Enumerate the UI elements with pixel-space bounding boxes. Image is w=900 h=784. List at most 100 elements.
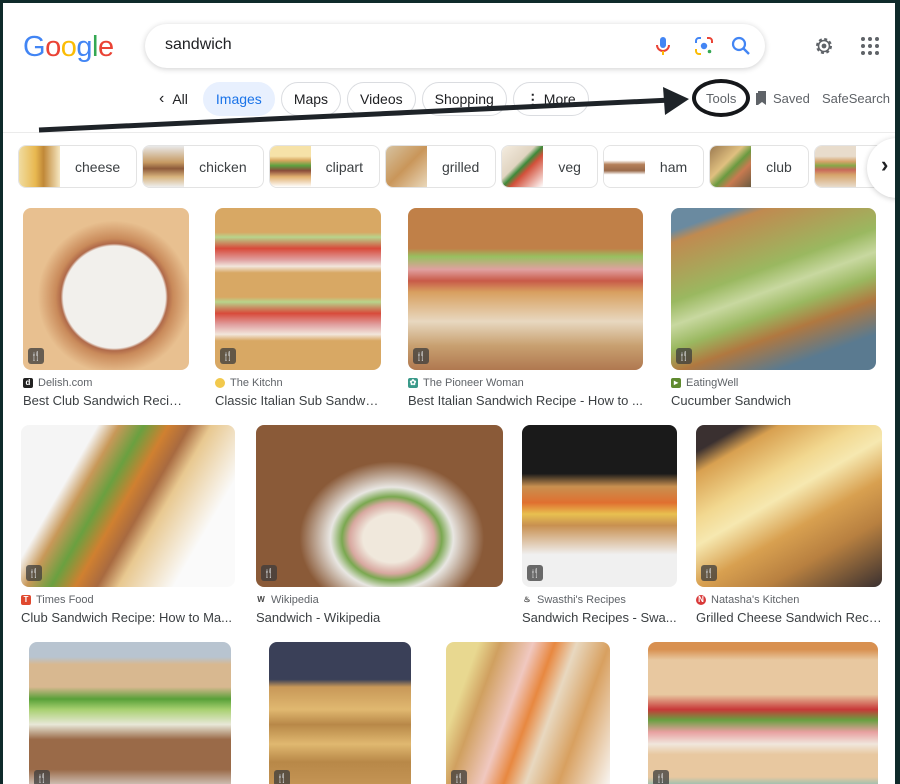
result-thumbnail[interactable]: 🍴	[648, 642, 878, 784]
image-result[interactable]: 🍴	[29, 642, 231, 784]
browser-page: Google sandwich ‹ All Images Maps Videos…	[3, 3, 895, 784]
search-input[interactable]	[165, 36, 625, 54]
tab-all[interactable]: ‹ All	[153, 90, 188, 108]
google-logo[interactable]: Google	[23, 31, 114, 64]
result-thumbnail[interactable]: 🍴	[671, 208, 876, 370]
result-thumbnail[interactable]: 🍴	[696, 425, 882, 587]
result-source[interactable]: ♨ Swasthi's Recipes	[522, 594, 677, 606]
safesearch-button[interactable]: SafeSearch	[822, 91, 890, 106]
recipe-fork-knife-icon: 🍴	[451, 770, 467, 784]
source-favicon-icon: N	[696, 595, 706, 605]
recipe-fork-knife-icon: 🍴	[26, 565, 42, 581]
refinement-chip-clipart[interactable]: clipart	[268, 145, 380, 188]
refinement-chip-ham[interactable]: ham	[602, 145, 705, 188]
result-source[interactable]: d Delish.com	[23, 377, 189, 389]
recipe-fork-knife-icon: 🍴	[413, 348, 429, 364]
image-result[interactable]: 🍴	[269, 642, 411, 784]
logo-letter: e	[97, 31, 114, 63]
tab-label: Maps	[293, 91, 329, 107]
tab-label: Images	[215, 91, 262, 107]
image-result[interactable]: 🍴	[648, 642, 878, 784]
source-name: The Pioneer Woman	[423, 377, 524, 389]
result-title[interactable]: Cucumber Sandwich	[671, 393, 876, 408]
result-source[interactable]: W Wikipedia	[256, 594, 503, 606]
image-result[interactable]: 🍴 d Delish.com Best Club Sandwich Recipe…	[23, 208, 189, 408]
source-favicon-icon	[215, 378, 225, 388]
tab-label: More	[543, 91, 576, 107]
recipe-fork-knife-icon: 🍴	[701, 565, 717, 581]
result-title[interactable]: Sandwich Recipes - Swa...	[522, 610, 677, 625]
chip-label: club	[766, 158, 792, 175]
settings-gear-icon[interactable]	[812, 34, 836, 58]
chip-thumbnail	[710, 146, 752, 187]
tab-label: Shopping	[434, 91, 494, 107]
recipe-fork-knife-icon: 🍴	[653, 770, 669, 784]
search-icon[interactable]	[729, 34, 753, 58]
image-result[interactable]: 🍴 ✿ The Pioneer Woman Best Italian Sandw…	[408, 208, 643, 408]
result-title[interactable]: Best Club Sandwich Recipe ...	[23, 393, 189, 408]
image-result[interactable]: 🍴 The Kitchn Classic Italian Sub Sandwic…	[215, 208, 381, 408]
bookmark-icon[interactable]	[755, 89, 769, 107]
image-result[interactable]: 🍴 N Natasha's Kitchen Grilled Cheese San…	[696, 425, 882, 625]
result-thumbnail[interactable]: 🍴	[21, 425, 235, 587]
result-title[interactable]: Club Sandwich Recipe: How to Ma...	[21, 610, 235, 625]
refinement-chip-grilled[interactable]: grilled	[384, 145, 497, 188]
tab-shopping[interactable]: Shopping	[421, 82, 507, 116]
result-source[interactable]: N Natasha's Kitchen	[696, 594, 882, 606]
refinement-chip-club[interactable]: club	[709, 145, 809, 188]
refinement-chip-chicken[interactable]: chicken	[142, 145, 264, 188]
tab-images[interactable]: Images	[202, 82, 275, 116]
search-box	[145, 24, 765, 68]
microphone-icon[interactable]	[651, 34, 675, 58]
chip-thumbnail	[269, 146, 311, 187]
recipe-fork-knife-icon: 🍴	[34, 770, 50, 784]
source-favicon-icon: W	[256, 595, 266, 605]
image-result[interactable]: 🍴 W Wikipedia Sandwich - Wikipedia	[256, 425, 503, 625]
image-result[interactable]: 🍴 T Times Food Club Sandwich Recipe: How…	[21, 425, 235, 625]
result-thumbnail[interactable]: 🍴	[215, 208, 381, 370]
source-name: The Kitchn	[230, 377, 283, 389]
logo-letter: g	[76, 31, 92, 63]
source-name: Delish.com	[38, 377, 93, 389]
google-lens-icon[interactable]	[692, 34, 716, 58]
annotation-circle	[692, 79, 750, 117]
result-thumbnail[interactable]: 🍴	[269, 642, 411, 784]
saved-button[interactable]: Saved	[773, 91, 810, 106]
chip-thumbnail	[143, 146, 185, 187]
result-source[interactable]: The Kitchn	[215, 377, 381, 389]
chip-label: grilled	[441, 158, 480, 175]
tab-maps[interactable]: Maps	[280, 82, 342, 116]
tab-more[interactable]: ⋮ More	[512, 82, 589, 116]
result-thumbnail[interactable]: 🍴	[446, 642, 610, 784]
result-thumbnail[interactable]: 🍴	[408, 208, 643, 370]
result-thumbnail[interactable]: 🍴	[256, 425, 503, 587]
image-result[interactable]: 🍴	[446, 642, 610, 784]
result-thumbnail[interactable]: 🍴	[522, 425, 677, 587]
apps-grid-icon[interactable]	[858, 34, 882, 58]
result-title[interactable]: Sandwich - Wikipedia	[256, 610, 503, 625]
result-title[interactable]: Classic Italian Sub Sandwic...	[215, 393, 381, 408]
source-favicon-icon: ✿	[408, 378, 418, 388]
source-favicon-icon: T	[21, 595, 31, 605]
result-source[interactable]: T Times Food	[21, 594, 235, 606]
chip-label: chicken	[199, 158, 247, 175]
tab-all-label: All	[172, 91, 188, 107]
result-source[interactable]: ▸ EatingWell	[671, 377, 876, 389]
result-title[interactable]: Grilled Cheese Sandwich Reci...	[696, 610, 882, 625]
recipe-fork-knife-icon: 🍴	[676, 348, 692, 364]
chip-label: clipart	[325, 158, 363, 175]
result-title[interactable]: Best Italian Sandwich Recipe - How to ..…	[408, 393, 643, 408]
result-thumbnail[interactable]: 🍴	[23, 208, 189, 370]
header-divider	[3, 132, 895, 133]
refinement-chip-veg[interactable]: veg	[501, 145, 598, 188]
result-source[interactable]: ✿ The Pioneer Woman	[408, 377, 643, 389]
recipe-fork-knife-icon: 🍴	[28, 348, 44, 364]
logo-letter: o	[60, 31, 77, 63]
refinement-chip-cheese[interactable]: cheese	[18, 145, 138, 188]
tab-videos[interactable]: Videos	[347, 82, 416, 116]
image-result[interactable]: 🍴 ♨ Swasthi's Recipes Sandwich Recipes -…	[522, 425, 677, 625]
image-result[interactable]: 🍴 ▸ EatingWell Cucumber Sandwich	[671, 208, 876, 408]
result-thumbnail[interactable]: 🍴	[29, 642, 231, 784]
chip-thumbnail	[502, 146, 544, 187]
chip-label: veg	[558, 158, 581, 175]
